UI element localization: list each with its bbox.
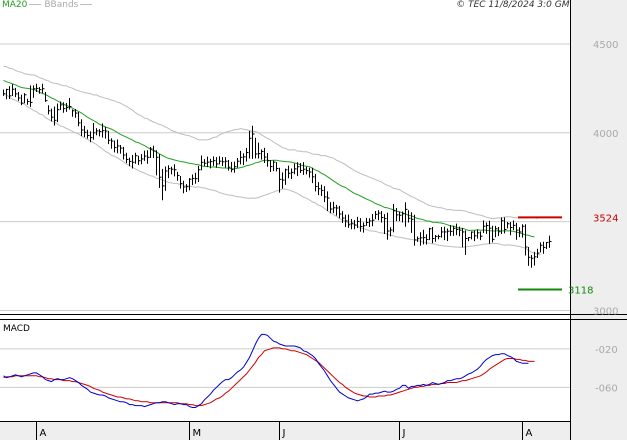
- x-tick-label: A: [526, 428, 533, 439]
- y-tick-label: 4000: [593, 129, 618, 140]
- support-label: 3118: [568, 285, 593, 296]
- x-tick-label: J: [402, 428, 406, 439]
- y-tick-label: 4500: [593, 40, 618, 51]
- macd-title: MACD: [3, 324, 30, 334]
- macd-y-tick-label: -060: [595, 383, 618, 394]
- y-tick-label: 3000: [593, 306, 618, 317]
- stock-chart: MA20 BBands © TEC 11/8/2024 3:0 GMT 3524 3…: [0, 0, 627, 440]
- macd-line: [3, 333, 529, 408]
- ma20-line: [3, 79, 535, 238]
- macd-grid: [0, 348, 570, 388]
- x-tick-label: M: [193, 428, 202, 439]
- bbands-upper-line: [3, 66, 538, 220]
- chart-canvas: 3524 31183000 4000 4500 MACD -020 -060 A M J J A: [0, 0, 627, 440]
- resistance-label: 3524: [593, 213, 618, 224]
- macd-y-tick-label: -020: [595, 345, 618, 356]
- x-tick-label: J: [282, 428, 286, 439]
- macd-signal-line: [3, 347, 535, 407]
- x-tick-label: A: [40, 428, 47, 439]
- price-bars: [3, 83, 552, 268]
